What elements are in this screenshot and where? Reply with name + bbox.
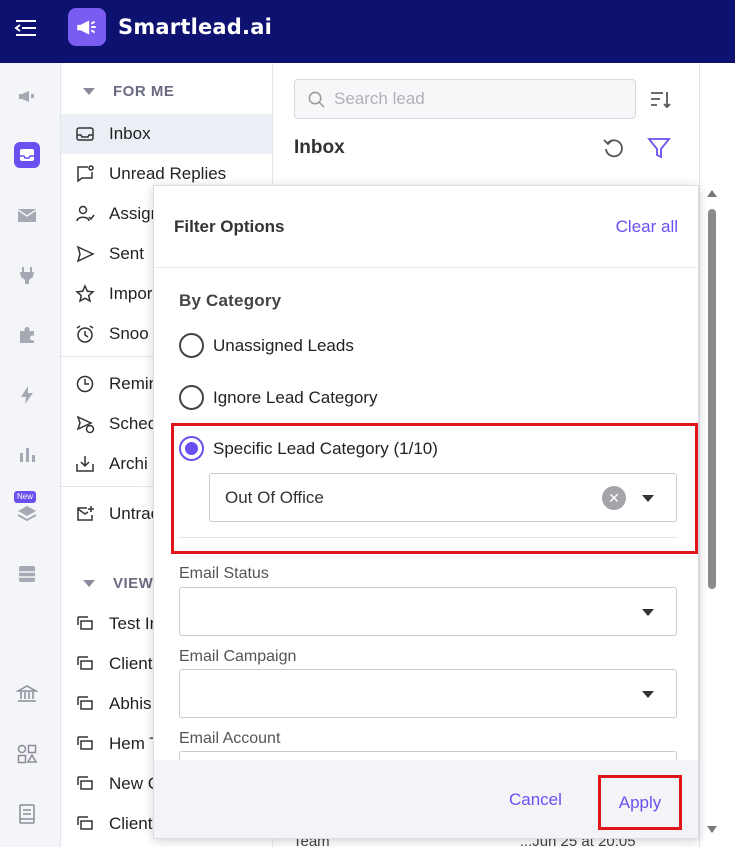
docs-book-icon[interactable] — [14, 801, 40, 827]
app-name: Smartlead.ai — [118, 15, 272, 39]
view-icon — [77, 736, 93, 750]
top-bar: Smartlead.ai — [0, 0, 735, 63]
plugins-icon[interactable] — [14, 322, 40, 348]
page-scrollbar[interactable] — [703, 187, 721, 837]
assign-icon — [76, 205, 95, 222]
layers-icon[interactable] — [14, 501, 40, 527]
scrollbar-thumb[interactable] — [708, 209, 716, 589]
icon-rail: New — [0, 63, 61, 847]
archive-icon — [76, 456, 94, 472]
shapes-icon[interactable] — [14, 741, 40, 767]
by-category-heading: By Category — [179, 291, 282, 310]
page-title: Inbox — [294, 137, 345, 158]
master-inbox-icon[interactable] — [14, 142, 40, 168]
email-accounts-icon[interactable] — [14, 202, 40, 228]
analytics-icon[interactable] — [14, 441, 40, 467]
email-campaign-label: Email Campaign — [179, 648, 297, 665]
scroll-down-arrow-icon[interactable] — [707, 826, 717, 833]
untracked-icon — [77, 506, 94, 521]
unread-icon — [77, 165, 94, 183]
radio-ignore-lead-category[interactable]: Ignore Lead Category — [179, 385, 377, 410]
view-icon — [77, 616, 93, 630]
popup-header: Filter Options Clear all — [154, 186, 698, 268]
chevron-down-icon — [642, 691, 654, 698]
snooze-icon — [76, 325, 94, 343]
email-status-label: Email Status — [179, 565, 269, 582]
megaphone-logo-icon — [77, 20, 96, 35]
radio-button[interactable] — [179, 385, 204, 410]
campaigns-icon[interactable] — [14, 83, 40, 109]
chevron-down-icon — [83, 88, 95, 95]
sidebar-item-inbox[interactable]: Inbox — [61, 114, 272, 154]
sent-icon — [76, 245, 95, 263]
menu-collapse-icon[interactable] — [12, 14, 40, 42]
email-status-select[interactable] — [179, 587, 677, 636]
highlight-box — [171, 423, 698, 554]
filter-options-popup: Filter Options Clear all By Category Una… — [153, 185, 699, 839]
reminder-icon — [76, 375, 94, 393]
automation-bolt-icon[interactable] — [14, 382, 40, 408]
apply-button[interactable]: Apply — [598, 775, 682, 830]
radio-unassigned-leads[interactable]: Unassigned Leads — [179, 333, 354, 358]
search-input[interactable] — [334, 89, 614, 109]
integrations-icon[interactable] — [14, 262, 40, 288]
view-icon — [77, 696, 93, 710]
database-icon[interactable] — [14, 561, 40, 587]
view-icon — [77, 656, 93, 670]
scroll-up-arrow-icon[interactable] — [707, 190, 717, 197]
view-icon — [77, 816, 93, 830]
inbox-icon — [76, 127, 94, 141]
search-box[interactable] — [294, 79, 636, 119]
clear-all-button[interactable]: Clear all — [616, 217, 678, 237]
schedule-icon — [76, 415, 95, 434]
filter-icon[interactable] — [647, 135, 671, 161]
refresh-icon[interactable] — [601, 135, 627, 161]
popup-title: Filter Options — [174, 217, 285, 236]
bank-icon[interactable] — [14, 681, 40, 707]
radio-button[interactable] — [179, 333, 204, 358]
search-icon — [308, 91, 325, 108]
email-campaign-select[interactable] — [179, 669, 677, 718]
app-logo — [68, 8, 106, 46]
star-icon — [75, 284, 95, 303]
popup-footer: Cancel Apply — [154, 760, 698, 838]
chevron-down-icon — [83, 580, 95, 587]
section-views[interactable]: VIEW — [83, 575, 153, 592]
sort-icon[interactable] — [648, 88, 672, 112]
chevron-down-icon — [642, 609, 654, 616]
view-icon — [77, 776, 93, 790]
section-for-me[interactable]: FOR ME — [83, 83, 174, 100]
email-account-label: Email Account — [179, 730, 281, 747]
cancel-button[interactable]: Cancel — [509, 790, 562, 810]
